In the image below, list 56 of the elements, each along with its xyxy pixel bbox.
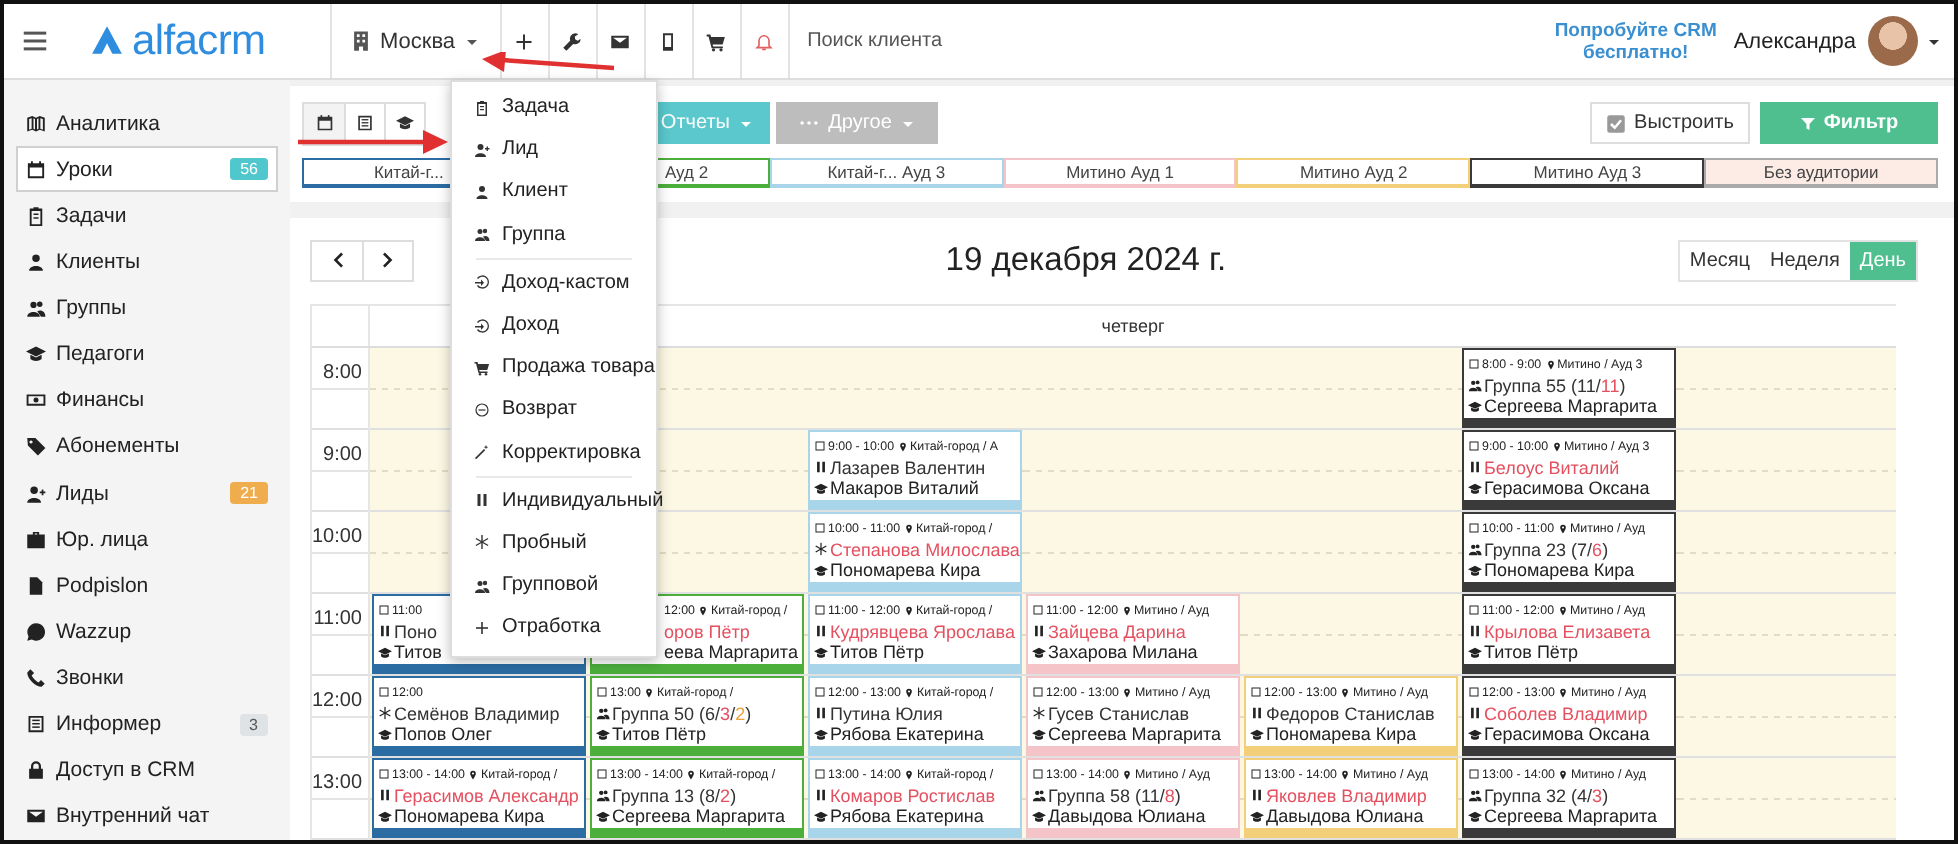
teacher-name: Сергеева Маргарита bbox=[612, 806, 786, 827]
hour-label: 13:00 bbox=[312, 772, 363, 794]
teacher-name: Захарова Милана bbox=[1048, 642, 1198, 663]
day-header: четверг bbox=[1101, 316, 1165, 336]
teacher-name: Пономарева Кира bbox=[1484, 560, 1635, 581]
teacher-name: Попов Олег bbox=[394, 724, 493, 745]
student-name: Путина Юлия bbox=[830, 703, 943, 724]
teacher-name: Рябова Екатерина bbox=[830, 806, 984, 827]
hour-label: 12:00 bbox=[312, 690, 363, 712]
count-badge: 56 bbox=[230, 158, 268, 181]
teacher-name: еева Маргарита bbox=[664, 642, 798, 663]
student-name: Группа 23 (7/6) bbox=[1484, 539, 1609, 560]
count-badge: 3 bbox=[239, 713, 268, 736]
student-name: оров Пётр bbox=[664, 621, 750, 642]
student-name: Семёнов Владимир bbox=[394, 703, 560, 724]
teacher-name: Макаров Виталий bbox=[830, 478, 979, 499]
hour-label: 8:00 bbox=[323, 362, 362, 384]
teacher-name: Давыдова Юлиана bbox=[1266, 806, 1424, 827]
student-name: Поно bbox=[394, 621, 437, 642]
teacher-name: Пономарева Кира bbox=[1266, 724, 1417, 745]
teacher-name: Сергеева Маргарита bbox=[1484, 806, 1658, 827]
teacher-name: Сергеева Маргарита bbox=[1484, 396, 1658, 417]
teacher-name: Пономарева Кира bbox=[830, 560, 981, 581]
teacher-name: Герасимова Оксана bbox=[1484, 724, 1650, 745]
student-name: Группа 55 (11/11) bbox=[1484, 375, 1626, 396]
student-name: Группа 32 (4/3) bbox=[1484, 785, 1609, 806]
logo: alfacrm bbox=[132, 17, 266, 65]
student-name: Яковлев Владимир bbox=[1266, 785, 1427, 806]
hour-label: 10:00 bbox=[312, 526, 363, 548]
teacher-name: Титов Пётр bbox=[1484, 642, 1579, 663]
student-name: Степанова Милослава bbox=[830, 539, 1020, 560]
student-name: Группа 58 (11/8) bbox=[1048, 785, 1181, 806]
calendar-title: 19 декабря 2024 г. bbox=[945, 241, 1227, 279]
student-name: Группа 50 (6/3/2) bbox=[612, 703, 752, 724]
hour-label: 9:00 bbox=[323, 444, 362, 466]
teacher-name: Титов Пётр bbox=[830, 642, 925, 663]
hour-label: 11:00 bbox=[313, 608, 362, 630]
teacher-name: Пономарева Кира bbox=[394, 806, 545, 827]
teacher-name: Герасимова Оксана bbox=[1484, 478, 1650, 499]
student-name: Соболев Владимир bbox=[1484, 703, 1648, 724]
teacher-name: Рябова Екатерина bbox=[830, 724, 984, 745]
student-name: Комаров Ростислав bbox=[830, 785, 996, 806]
student-name: Кудрявцева Ярослава bbox=[830, 621, 1015, 642]
student-name: Федоров Станислав bbox=[1266, 703, 1435, 724]
teacher-name: Титов bbox=[394, 642, 442, 663]
teacher-name: Сергеева Маргарита bbox=[1048, 724, 1222, 745]
student-name: Белоус Виталий bbox=[1484, 457, 1620, 478]
teacher-name: Давыдова Юлиана bbox=[1048, 806, 1206, 827]
student-name: Герасимов Александр bbox=[394, 785, 579, 806]
teacher-name: Титов Пётр bbox=[612, 724, 707, 745]
student-name: Гусев Станислав bbox=[1048, 703, 1190, 724]
student-name: Группа 13 (8/2) bbox=[612, 785, 737, 806]
student-name: Крылова Елизавета bbox=[1484, 621, 1651, 642]
student-name: Зайцева Дарина bbox=[1048, 621, 1186, 642]
count-badge: 21 bbox=[230, 482, 268, 505]
student-name: Лазарев Валентин bbox=[830, 457, 986, 478]
